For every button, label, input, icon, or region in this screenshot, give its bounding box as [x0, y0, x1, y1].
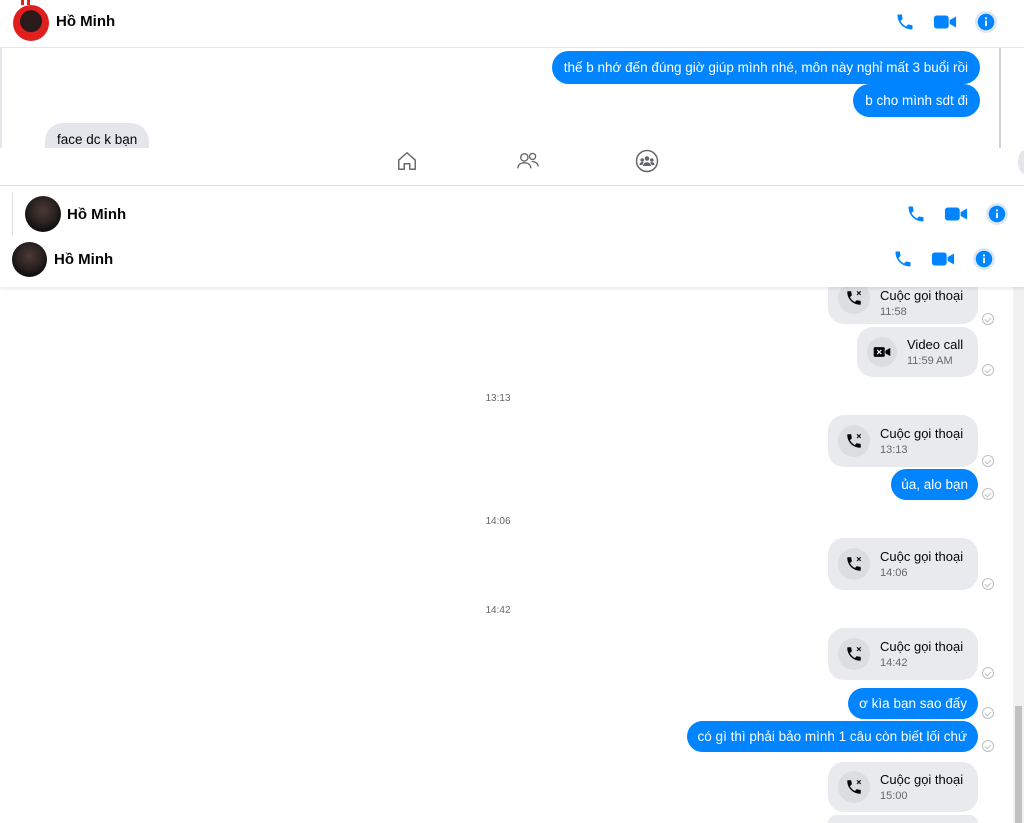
call-time: 11:58: [880, 306, 907, 318]
notification-mark: [21, 0, 24, 5]
nav-bar: [0, 148, 1024, 186]
timestamp-divider: 14:42: [485, 605, 511, 616]
missed-call-icon: [838, 548, 870, 580]
seen-icon: [982, 578, 994, 590]
divider: [0, 48, 2, 148]
message-bubble-outgoing[interactable]: thế b nhớ đến đúng giờ giúp mình nhé, mô…: [551, 51, 980, 84]
call-time: 11:59 AM: [907, 355, 953, 367]
contact-name[interactable]: Hồ Minh: [54, 251, 113, 268]
seen-icon: [982, 667, 994, 679]
call-title: Cuộc gọi thoại: [880, 549, 964, 564]
missed-call-icon: [838, 425, 870, 457]
call-log-item[interactable]: Cuộc gọi thoại 14:42: [828, 628, 978, 680]
call-title: Cuộc gọi thoại: [880, 772, 964, 787]
call-time: 13:13: [880, 444, 908, 456]
info-icon[interactable]: [986, 203, 1008, 225]
timestamp-divider: 14:06: [485, 516, 511, 527]
video-call-icon[interactable]: [944, 204, 968, 224]
top-chat-header: Hồ Minh: [0, 0, 1024, 48]
missed-call-icon: [838, 771, 870, 803]
avatar[interactable]: [25, 196, 61, 232]
call-title: Cuộc gọi thoại: [880, 639, 964, 654]
home-icon[interactable]: [396, 150, 418, 177]
call-time: 15:00: [880, 790, 908, 802]
scroll-button[interactable]: [1018, 150, 1024, 174]
divider: [999, 48, 1001, 148]
call-title: Cuộc gọi thoại: [880, 426, 964, 441]
message-bubble-outgoing[interactable]: ủa, alo bạn: [891, 469, 978, 500]
friends-icon[interactable]: [516, 150, 540, 177]
scrollbar[interactable]: [1013, 239, 1024, 823]
seen-icon: [982, 740, 994, 752]
contact-name[interactable]: Hồ Minh: [56, 13, 115, 30]
seen-icon: [982, 488, 994, 500]
video-call-icon[interactable]: [933, 12, 957, 32]
video-call-icon[interactable]: [931, 249, 955, 269]
call-log-item[interactable]: Video call 11:59 AM: [857, 327, 978, 377]
seen-icon: [982, 455, 994, 467]
call-log-item[interactable]: [828, 815, 978, 823]
call-log-item[interactable]: Cuộc gọi thoại 14:06: [828, 538, 978, 590]
phone-icon[interactable]: [895, 12, 915, 32]
info-icon[interactable]: [973, 248, 995, 270]
message-bubble-incoming[interactable]: face dc k bạn: [45, 123, 150, 150]
missed-call-icon: [838, 638, 870, 670]
seen-icon: [982, 707, 994, 719]
call-log-item[interactable]: Cuộc gọi thoại 13:13: [828, 415, 978, 467]
scroll-thumb[interactable]: [1015, 706, 1022, 823]
mid-chat-header: Hồ Minh: [0, 187, 1024, 239]
seen-icon: [982, 313, 994, 325]
main-chat-header: Hồ Minh: [0, 235, 1024, 287]
divider: [12, 193, 13, 237]
seen-icon: [982, 364, 994, 376]
avatar[interactable]: [13, 5, 49, 41]
phone-icon[interactable]: [893, 249, 913, 269]
groups-icon[interactable]: [635, 149, 659, 178]
timestamp-divider: 13:13: [485, 393, 511, 404]
message-bubble-outgoing[interactable]: có gì thì phải bảo mình 1 câu còn biết l…: [686, 721, 978, 752]
message-bubble-outgoing[interactable]: ơ kìa bạn sao đấy: [848, 688, 978, 719]
missed-video-call-icon: [867, 337, 897, 367]
call-log-item[interactable]: Cuộc gọi thoại 15:00: [828, 762, 978, 812]
info-icon[interactable]: [975, 11, 997, 33]
avatar[interactable]: [12, 242, 47, 277]
contact-name[interactable]: Hồ Minh: [67, 206, 126, 223]
call-title: Cuộc gọi thoại: [880, 288, 964, 303]
call-time: 14:42: [880, 657, 908, 669]
message-bubble-outgoing[interactable]: b cho mình sdt đi: [853, 84, 980, 117]
phone-icon[interactable]: [906, 204, 926, 224]
notification-mark: [27, 0, 30, 5]
call-title: Video call: [907, 337, 964, 352]
call-time: 14:06: [880, 567, 908, 579]
